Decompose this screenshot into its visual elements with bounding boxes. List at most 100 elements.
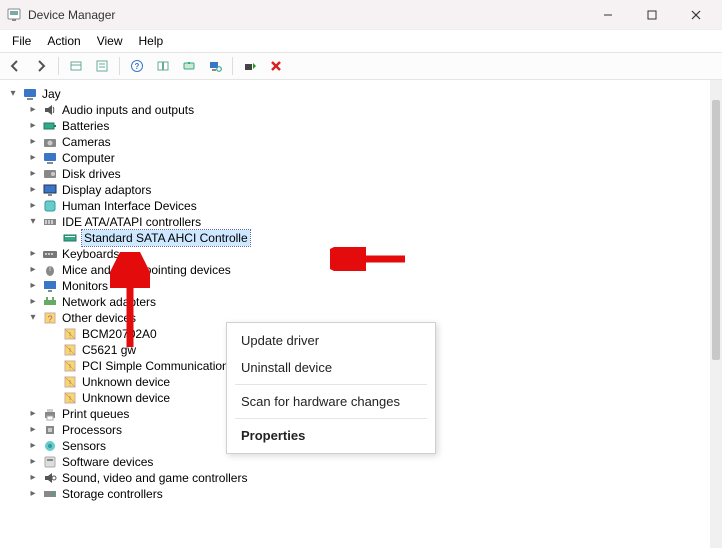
tree-node-label: C5621 gw (82, 342, 136, 358)
battery-icon (42, 118, 58, 134)
tree-node[interactable]: ▸ Batteries (4, 118, 720, 134)
tree-node[interactable]: ▸ Network adapters (4, 294, 720, 310)
tree-node[interactable]: ▾ IDE ATA/ATAPI controllers (4, 214, 720, 230)
expander-right-icon[interactable]: ▸ (26, 279, 40, 293)
menu-view[interactable]: View (89, 32, 131, 50)
tree-node-label: Batteries (62, 118, 109, 134)
expander-right-icon[interactable]: ▸ (26, 247, 40, 261)
expander-down-icon[interactable]: ▾ (26, 311, 40, 325)
tree-root[interactable]: ▾ Jay (4, 86, 720, 102)
expander-down-icon[interactable]: ▾ (26, 215, 40, 229)
expander-right-icon[interactable]: ▸ (26, 439, 40, 453)
tree-node[interactable]: ▸ Disk drives (4, 166, 720, 182)
expander-right-icon[interactable]: ▸ (26, 199, 40, 213)
toolbar: ? (0, 52, 722, 80)
tree-node-label: Print queues (62, 406, 129, 422)
tree-node[interactable]: ▸ Keyboards (4, 246, 720, 262)
ctx-separator (235, 384, 427, 385)
ctx-update-driver[interactable]: Update driver (227, 327, 435, 354)
tree-node-label: Keyboards (62, 246, 119, 262)
computer-root-icon (22, 86, 38, 102)
tree-node[interactable]: ▸Cameras (4, 134, 720, 150)
scan-icon[interactable] (204, 55, 226, 77)
show-hidden-icon[interactable] (65, 55, 87, 77)
expander-right-icon[interactable]: ▸ (26, 407, 40, 421)
svg-text:!: ! (69, 347, 71, 356)
context-menu: Update driver Uninstall device Scan for … (226, 322, 436, 454)
expander-right-icon[interactable]: ▸ (26, 167, 40, 181)
tree-node[interactable]: ▸ Storage controllers (4, 486, 720, 502)
ctx-properties[interactable]: Properties (227, 422, 435, 449)
sata-icon (62, 230, 78, 246)
ctx-scan-hardware[interactable]: Scan for hardware changes (227, 388, 435, 415)
tree-node-label: Unknown device (82, 390, 170, 406)
network-icon (42, 294, 58, 310)
menu-action[interactable]: Action (39, 32, 88, 50)
menu-help[interactable]: Help (131, 32, 172, 50)
window-title: Device Manager (28, 8, 115, 22)
expander-down-icon[interactable]: ▾ (6, 87, 20, 101)
tree-node[interactable]: ▸Monitors (4, 278, 720, 294)
tree-node[interactable]: ▸Audio inputs and outputs (4, 102, 720, 118)
svg-text:!: ! (69, 363, 71, 372)
maximize-button[interactable] (630, 0, 674, 30)
scrollbar-thumb[interactable] (712, 100, 720, 360)
expander-right-icon[interactable]: ▸ (26, 183, 40, 197)
expander-right-icon[interactable]: ▸ (26, 103, 40, 117)
refresh-icon[interactable] (152, 55, 174, 77)
hid-icon (42, 198, 58, 214)
tree-node-label: Unknown device (82, 374, 170, 390)
expander-right-icon[interactable]: ▸ (26, 423, 40, 437)
ctx-separator (235, 418, 427, 419)
tree-node[interactable]: Standard SATA AHCI Controlle (4, 230, 720, 246)
expander-right-icon[interactable]: ▸ (26, 151, 40, 165)
tree-node-label: Network adapters (62, 294, 156, 310)
tree-node-label: Disk drives (62, 166, 121, 182)
expander-right-icon[interactable]: ▸ (26, 135, 40, 149)
tree-node[interactable]: ▸Computer (4, 150, 720, 166)
add-legacy-icon[interactable] (239, 55, 261, 77)
unknown-device-icon: ! (62, 326, 78, 342)
close-button[interactable] (674, 0, 718, 30)
titlebar: Device Manager (0, 0, 722, 30)
software-icon (42, 454, 58, 470)
tree-node-label: IDE ATA/ATAPI controllers (62, 214, 201, 230)
sound-icon (42, 470, 58, 486)
back-button[interactable] (4, 55, 26, 77)
svg-text:?: ? (47, 314, 52, 324)
tree-node-label: Display adaptors (62, 182, 151, 198)
uninstall-icon[interactable] (265, 55, 287, 77)
expander-right-icon[interactable]: ▸ (26, 471, 40, 485)
svg-text:!: ! (69, 379, 71, 388)
audio-icon (42, 102, 58, 118)
app-icon (6, 7, 22, 23)
menu-file[interactable]: File (4, 32, 39, 50)
tree-node[interactable]: ▸Sound, video and game controllers (4, 470, 720, 486)
tree-node[interactable]: ▸ Display adaptors (4, 182, 720, 198)
properties-icon[interactable] (91, 55, 113, 77)
tree-node-label: Storage controllers (62, 486, 163, 502)
help-icon[interactable]: ? (126, 55, 148, 77)
svg-text:?: ? (135, 62, 140, 71)
tree-node[interactable]: ▸Software devices (4, 454, 720, 470)
forward-button[interactable] (30, 55, 52, 77)
ctx-uninstall-device[interactable]: Uninstall device (227, 354, 435, 381)
tree-node[interactable]: ▸Mice and other pointing devices (4, 262, 720, 278)
expander-right-icon[interactable]: ▸ (26, 455, 40, 469)
tree-node-label: Sensors (62, 438, 106, 454)
unknown-device-icon: ! (62, 390, 78, 406)
keyboard-icon (42, 246, 58, 262)
minimize-button[interactable] (586, 0, 630, 30)
unknown-device-icon: ! (62, 358, 78, 374)
tree-node[interactable]: ▸Human Interface Devices (4, 198, 720, 214)
menubar: File Action View Help (0, 30, 722, 52)
mouse-icon (42, 262, 58, 278)
device-tree-pane: ▾ Jay ▸Audio inputs and outputs▸Batterie… (0, 80, 722, 548)
expander-right-icon[interactable]: ▸ (26, 119, 40, 133)
expander-right-icon[interactable]: ▸ (26, 487, 40, 501)
update-driver-icon[interactable] (178, 55, 200, 77)
ide-icon (42, 214, 58, 230)
expander-right-icon[interactable]: ▸ (26, 263, 40, 277)
expander-right-icon[interactable]: ▸ (26, 295, 40, 309)
vertical-scrollbar[interactable] (710, 80, 722, 548)
